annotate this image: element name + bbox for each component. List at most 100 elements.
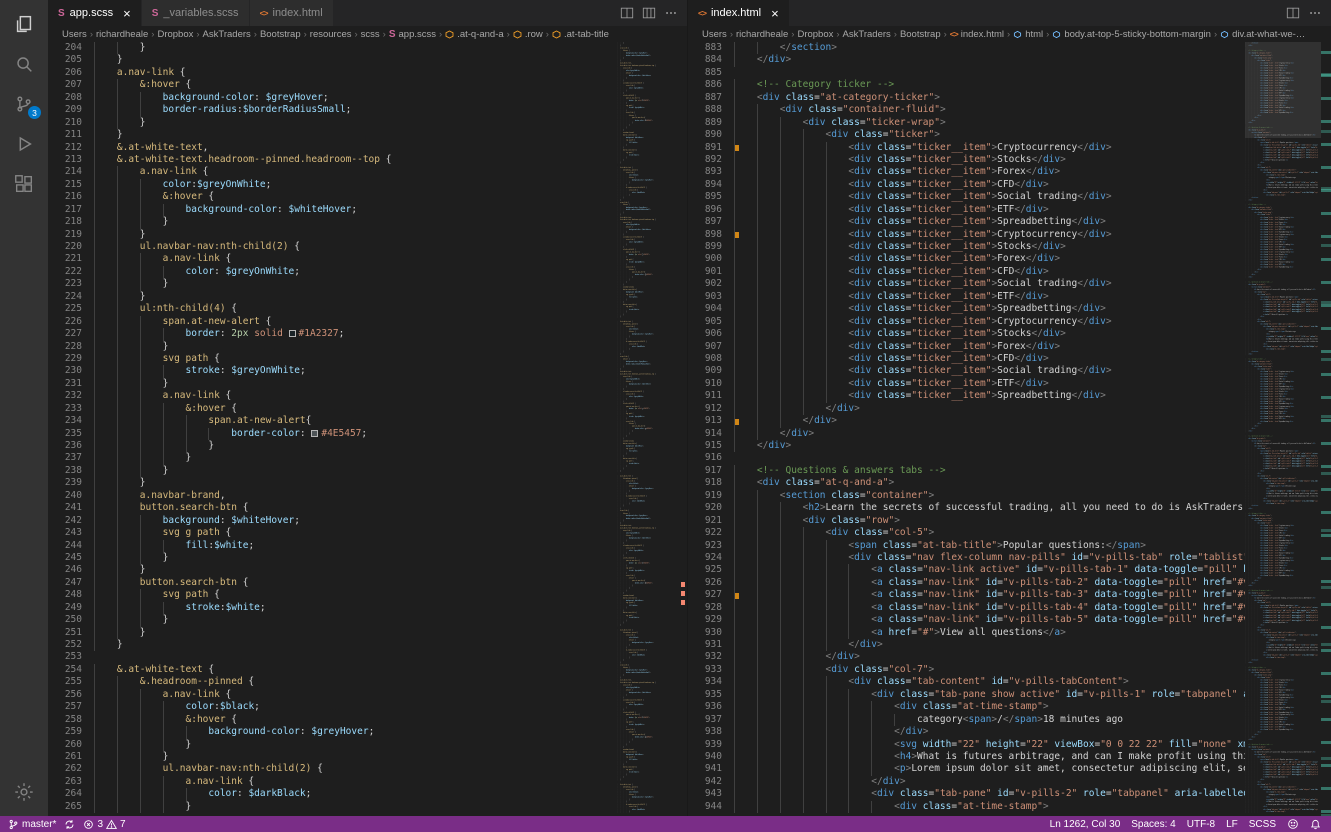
minimap[interactable]: </section> </div> <!-- Category ticker -… — [1245, 42, 1321, 816]
close-icon[interactable]: × — [123, 6, 131, 21]
code-line[interactable]: &:hover { — [94, 403, 617, 415]
code-line[interactable]: } — [94, 552, 617, 564]
breadcrumb-item[interactable]: html — [1013, 29, 1043, 40]
code-line[interactable]: } — [94, 117, 617, 129]
code-line[interactable]: <div class="ticker__item">Stocks</div> — [734, 154, 1245, 166]
activity-search-button[interactable] — [0, 44, 48, 84]
tab-index.html[interactable]: <>index.html× — [688, 0, 790, 26]
code-line[interactable]: } — [94, 627, 617, 639]
breadcrumb-item[interactable]: scss — [361, 29, 380, 40]
code-line[interactable]: background-color: $greyHover; — [94, 726, 617, 738]
code-line[interactable]: a.nav-link { — [94, 689, 617, 701]
sync-status[interactable] — [64, 819, 75, 830]
code-line[interactable]: <div class="ticker__item">Social trading… — [734, 191, 1245, 203]
code-line[interactable]: } — [94, 801, 617, 813]
breadcrumb-item[interactable]: AskTraders — [203, 29, 251, 40]
activity-settings-button[interactable] — [0, 772, 48, 812]
breadcrumb-item[interactable]: .at-tab-title — [552, 29, 609, 40]
code-line[interactable]: a.nav-link { — [94, 390, 617, 402]
code-line[interactable]: <div class="ticker__item">Forex</div> — [734, 253, 1245, 265]
code-line[interactable] — [94, 651, 617, 663]
code-line[interactable]: <div class="ticker__item">Social trading… — [734, 278, 1245, 290]
code-line[interactable]: <div class="col-5"> — [734, 527, 1245, 539]
breadcrumb-item[interactable]: richardheale — [96, 29, 148, 40]
code-line[interactable]: </div> — [734, 776, 1245, 788]
code-line[interactable]: &.at-white-text, — [94, 142, 617, 154]
breadcrumb-item[interactable]: body.at-top-5-sticky-bottom-margin — [1052, 29, 1211, 40]
code-line[interactable]: } — [94, 639, 617, 651]
code-line[interactable]: } — [94, 452, 617, 464]
code-line[interactable]: svg path { — [94, 353, 617, 365]
code-line[interactable]: border-color: #4E5457; — [94, 428, 617, 440]
code-line[interactable]: <!-- Questions & answers tabs --> — [734, 465, 1245, 477]
code-line[interactable]: span.at-new-alert { — [94, 316, 617, 328]
code-line[interactable]: <div class="tab-pane show active" id="v-… — [734, 689, 1245, 701]
code-line[interactable]: <div class="row"> — [734, 515, 1245, 527]
code-line[interactable]: <div class="at-time-stamp"> — [734, 801, 1245, 813]
code-line[interactable]: svg path { — [94, 589, 617, 601]
minimap[interactable]: } } a.nav-link { &:hover { background-co… — [617, 42, 679, 816]
code-line[interactable]: <div class="ticker__item">ETF</div> — [734, 204, 1245, 216]
code-line[interactable]: <div class="ticker__item">Cryptocurrency… — [734, 316, 1245, 328]
breadcrumb-item[interactable]: .row — [513, 29, 543, 40]
tab-_variables.scss[interactable]: S_variables.scss — [142, 0, 250, 26]
code-line[interactable]: background: $whiteHover; — [94, 515, 617, 527]
activity-explorer-button[interactable] — [0, 4, 48, 44]
code-line[interactable]: <div class="ticker"> — [734, 129, 1245, 141]
code-line[interactable]: <a class="nav-link" id="v-pills-tab-4" d… — [734, 602, 1245, 614]
encoding-status[interactable]: UTF-8 — [1187, 819, 1215, 830]
breadcrumb-item[interactable]: <>index.html — [950, 29, 1004, 40]
code-line[interactable]: span.at-new-alert{ — [94, 415, 617, 427]
code-line[interactable]: <div class="ticker__item">Spreadbetting<… — [734, 216, 1245, 228]
code-line[interactable]: <div class="ticker__item">Spreadbetting<… — [734, 303, 1245, 315]
code-line[interactable]: <div class="ticker__item">Forex</div> — [734, 341, 1245, 353]
language-mode[interactable]: SCSS — [1249, 819, 1276, 830]
breadcrumb-item[interactable]: AskTraders — [843, 29, 891, 40]
breadcrumb-item[interactable]: resources — [310, 29, 352, 40]
code-line[interactable]: <a class="nav-link" id="v-pills-tab-5" d… — [734, 614, 1245, 626]
code-line[interactable]: } — [94, 216, 617, 228]
code-line[interactable]: a.nav-link { — [94, 253, 617, 265]
breadcrumb-item[interactable]: div.at-what-we-… — [1220, 29, 1305, 40]
code-line[interactable]: <div class="nav flex-column nav-pills" i… — [734, 552, 1245, 564]
code-line[interactable]: } — [94, 614, 617, 626]
breadcrumb-item[interactable]: Bootstrap — [260, 29, 301, 40]
code-line[interactable]: </div> — [734, 651, 1245, 663]
code-line[interactable]: </section> — [734, 42, 1245, 54]
code-line[interactable]: <div class="ticker__item">CFD</div> — [734, 266, 1245, 278]
breadcrumb-item[interactable]: Sapp.scss — [389, 29, 436, 40]
code-line[interactable]: <div class="at-time-stamp"> — [734, 701, 1245, 713]
code-line[interactable]: <div class="ticker__item">Spreadbetting<… — [734, 390, 1245, 402]
code-line[interactable]: background-color: $greyHover; — [94, 92, 617, 104]
code-line[interactable]: } — [94, 129, 617, 141]
code-line[interactable]: } — [94, 278, 617, 290]
close-icon[interactable]: × — [771, 6, 779, 21]
code-line[interactable]: &:hover { — [94, 191, 617, 203]
code-line[interactable]: color: $darkBlack; — [94, 788, 617, 800]
code-line[interactable]: color:$greyOnWhite; — [94, 179, 617, 191]
more-actions-button[interactable] — [1305, 3, 1325, 23]
activity-source-control-button[interactable]: 3 — [0, 84, 48, 124]
code-line[interactable]: <a class="nav-link" id="v-pills-tab-3" d… — [734, 589, 1245, 601]
code-line[interactable]: &.at-white-text { — [94, 664, 617, 676]
code-line[interactable]: border-radius:$borderRadiusSmall; — [94, 104, 617, 116]
code-line[interactable]: <h4>What is futures arbitrage, and can I… — [734, 751, 1245, 763]
code-line[interactable]: } — [94, 751, 617, 763]
code-line[interactable]: stroke:$white; — [94, 602, 617, 614]
code-line[interactable]: <section class="container"> — [734, 490, 1245, 502]
code-area[interactable]: </section> </div> <!-- Category ticker -… — [734, 42, 1245, 816]
code-line[interactable]: <div class="ticker__item">Forex</div> — [734, 166, 1245, 178]
split-editor-button[interactable] — [1283, 3, 1303, 23]
cursor-position[interactable]: Ln 1262, Col 30 — [1050, 819, 1121, 830]
code-line[interactable]: </div> — [734, 726, 1245, 738]
code-line[interactable]: } — [94, 341, 617, 353]
code-line[interactable]: <div class="ticker__item">ETF</div> — [734, 378, 1245, 390]
code-line[interactable]: stroke: $greyOnWhite; — [94, 365, 617, 377]
code-line[interactable]: } — [94, 739, 617, 751]
code-line[interactable]: <svg width="22" height="22" viewBox="0 0… — [734, 739, 1245, 751]
toggle-layout-button[interactable] — [639, 3, 659, 23]
code-line[interactable]: &.at-white-text.headroom--pinned.headroo… — [94, 154, 617, 166]
code-line[interactable]: <div class="ticker__item">Cryptocurrency… — [734, 229, 1245, 241]
code-line[interactable]: } — [94, 54, 617, 66]
code-line[interactable]: <!-- Category ticker --> — [734, 79, 1245, 91]
